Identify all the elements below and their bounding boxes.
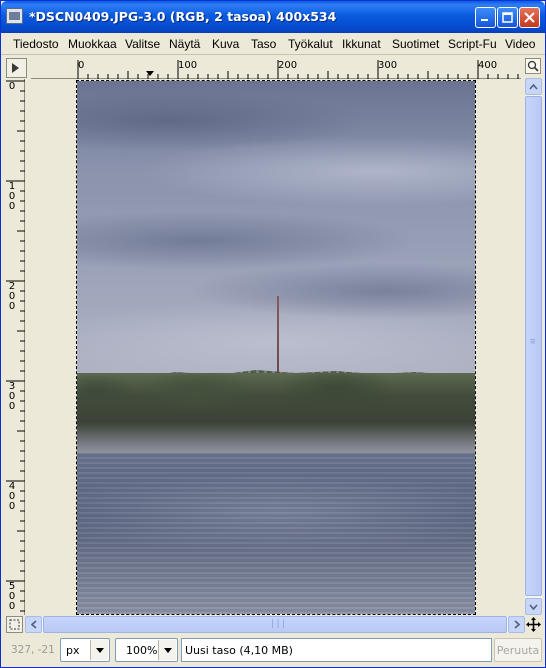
chevron-down-icon (95, 647, 104, 653)
vertical-scroll-thumb[interactable]: ≡ (525, 96, 542, 596)
scroll-up-button[interactable] (525, 78, 542, 95)
unit-dropdown-button[interactable] (90, 640, 108, 660)
menu-tiedosto[interactable]: Tiedosto (13, 37, 59, 51)
menu-bar: Tiedosto Muokkaa Valitse Näytä Kuva Taso… (1, 33, 545, 55)
title-bar[interactable]: *DSCN0409.JPG-3.0 (RGB, 2 tasoa) 400x534 (1, 1, 545, 33)
quick-mask-icon (9, 619, 20, 630)
status-message-text: Uusi taso (4,10 MB) (185, 644, 293, 657)
move-arrows-icon (526, 617, 541, 632)
magnifier-icon (527, 60, 539, 72)
image-window: *DSCN0409.JPG-3.0 (RGB, 2 tasoa) 400x534… (0, 0, 546, 668)
horizontal-scrollbar[interactable]: ||| (25, 616, 525, 633)
window-title: *DSCN0409.JPG-3.0 (RGB, 2 tasoa) 400x534 (29, 9, 337, 24)
menu-valitse[interactable]: Valitse (125, 37, 160, 51)
image-canvas[interactable] (76, 80, 476, 615)
quick-mask-toggle[interactable] (6, 616, 23, 633)
grip-icon: ≡ (530, 337, 536, 347)
menu-ikkunat[interactable]: Ikkunat (342, 37, 381, 51)
scroll-right-button[interactable] (508, 616, 525, 633)
zoom-dropdown[interactable]: 100% (115, 638, 178, 662)
menu-video[interactable]: Video (505, 37, 535, 51)
chevron-down-icon (163, 647, 172, 653)
close-icon (524, 12, 535, 23)
scroll-left-button[interactable] (25, 616, 42, 633)
chevron-up-icon (529, 83, 538, 90)
zoom-value: 100% (126, 644, 158, 657)
horizontal-ruler[interactable]: 0 100 200 300 400 (31, 59, 521, 79)
sky-region (77, 81, 475, 381)
maximize-button[interactable] (497, 7, 518, 28)
vertical-scrollbar[interactable]: ≡ (525, 78, 542, 615)
unit-dropdown[interactable]: px (60, 638, 110, 662)
gimp-image-icon (6, 8, 23, 24)
water-region (77, 453, 475, 614)
minimize-icon (481, 19, 488, 21)
pointer-coordinates: 327, -21 (11, 644, 55, 656)
menu-tyokalut[interactable]: Työkalut (288, 37, 333, 51)
menu-suotimet[interactable]: Suotimet (392, 37, 439, 51)
zoom-image-button[interactable] (525, 58, 541, 74)
close-button[interactable] (519, 7, 540, 28)
vruler-ticks (6, 80, 25, 612)
radio-mast (277, 296, 279, 376)
hruler-ticks (77, 60, 519, 79)
minimize-button[interactable] (475, 7, 496, 28)
maximize-icon (502, 12, 513, 23)
cancel-button[interactable]: Peruuta (494, 638, 542, 662)
pointer-marker-icon (146, 71, 154, 76)
chevron-down-icon (529, 603, 538, 610)
menu-script-fu[interactable]: Script-Fu (448, 37, 497, 51)
status-message: Uusi taso (4,10 MB) (181, 638, 492, 662)
forest-region (77, 373, 475, 463)
menu-muokkaa[interactable]: Muokkaa (68, 37, 117, 51)
menu-nayta[interactable]: Näytä (169, 37, 200, 51)
zoom-dropdown-button[interactable] (158, 640, 176, 660)
image-menu-button[interactable] (6, 58, 27, 78)
scroll-down-button[interactable] (525, 598, 542, 615)
triangle-right-icon (12, 63, 19, 73)
status-bar: 327, -21 px 100% Uusi taso (4,10 MB) Per… (1, 634, 545, 668)
grip-icon: ||| (270, 619, 287, 629)
menu-taso[interactable]: Taso (251, 37, 276, 51)
chevron-left-icon (30, 620, 37, 629)
horizontal-scroll-thumb[interactable]: ||| (43, 616, 507, 633)
chevron-right-icon (513, 620, 520, 629)
vertical-ruler[interactable]: 0 100 200 300 400 500 (5, 79, 25, 615)
unit-value: px (66, 644, 80, 657)
menu-kuva[interactable]: Kuva (212, 37, 239, 51)
navigate-button[interactable] (525, 616, 542, 633)
